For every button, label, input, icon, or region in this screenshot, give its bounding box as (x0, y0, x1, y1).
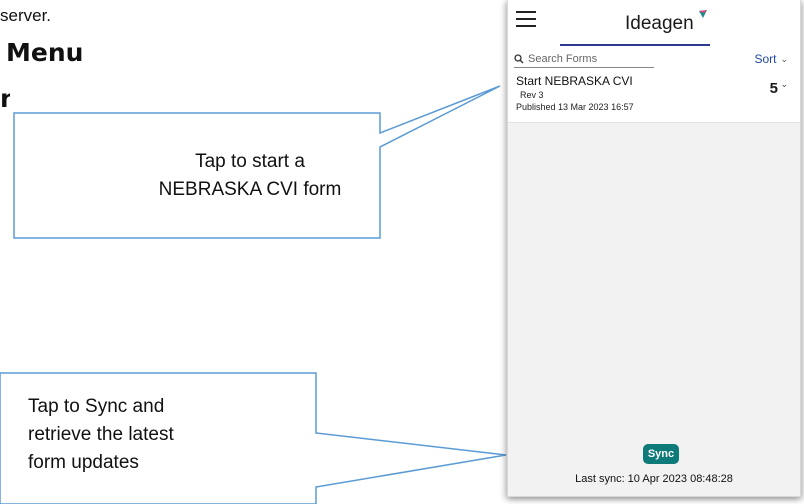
app-header: Ideagen (508, 0, 800, 46)
callout-1-line-1: Tap to start a (195, 151, 305, 172)
callout-1-text: Tap to start a NEBRASKA CVI form (130, 148, 370, 204)
brand-logo-mark-icon (699, 10, 707, 18)
search-input[interactable] (528, 53, 648, 65)
expand-chevron-icon[interactable]: ⌄ (780, 79, 788, 90)
mobile-app-screen: Ideagen Sort ⌄ Start NEBRASKA CVI (507, 0, 801, 497)
callout-2-line-2: retrieve the latest (28, 424, 174, 445)
chevron-down-icon: ⌄ (780, 53, 788, 64)
search-icon (514, 54, 524, 64)
document-page: server. Menu n Tap to start a NEBRASKA C… (0, 0, 804, 504)
brand-logo-text: Ideagen (625, 13, 694, 34)
form-published-date: Published 13 Mar 2023 16:57 (516, 102, 634, 112)
hamburger-icon[interactable] (516, 11, 536, 27)
callout-2-text: Tap to Sync and retrieve the latest form… (28, 393, 308, 477)
search-field[interactable] (514, 51, 654, 68)
sync-button[interactable]: Sync (643, 444, 679, 464)
form-revision: Rev 3 (520, 90, 544, 100)
last-sync-status: Last sync: 10 Apr 2023 08:48:28 (575, 473, 733, 485)
search-sort-bar: Sort ⌄ (508, 46, 800, 70)
form-title: Start NEBRASKA CVI (516, 74, 633, 88)
callout-2-line-1: Tap to Sync and (28, 396, 165, 417)
callout-2-line-3: form updates (28, 452, 139, 473)
form-list-item[interactable]: Start NEBRASKA CVI Rev 3 Published 13 Ma… (508, 70, 800, 123)
sort-label: Sort (754, 52, 777, 66)
callout-1-line-2: NEBRASKA CVI form (158, 179, 342, 200)
sort-button[interactable]: Sort ⌄ (754, 52, 788, 66)
form-count-badge: 5 (769, 80, 778, 97)
